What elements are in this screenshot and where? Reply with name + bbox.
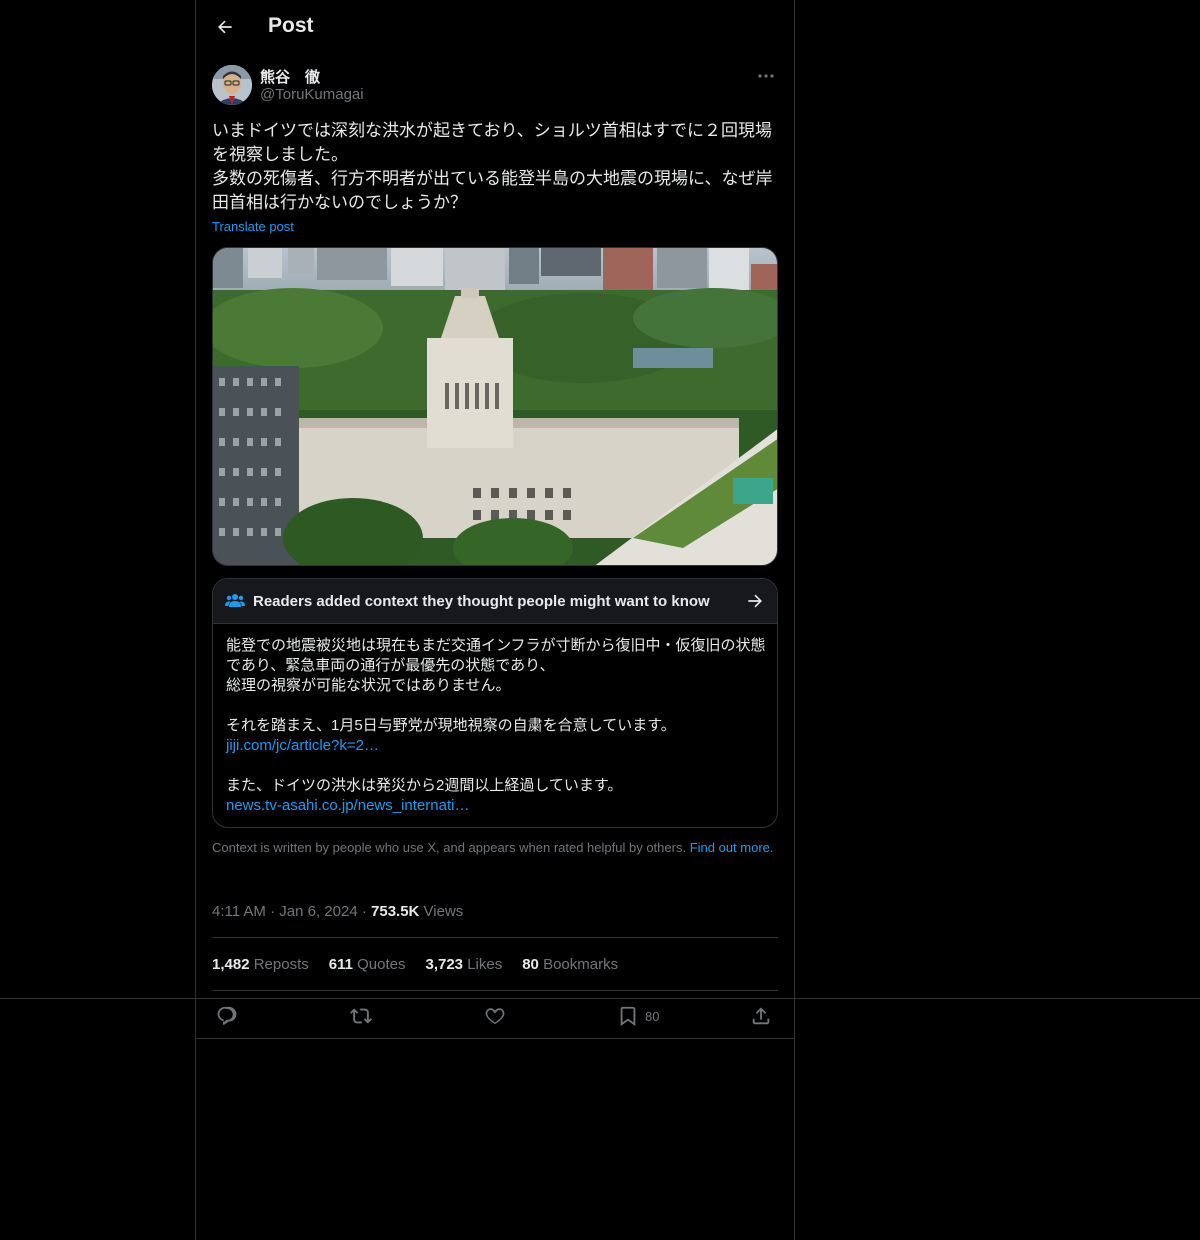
action-bar: 80: [212, 1003, 778, 1031]
note-link-tv-asahi[interactable]: news.tv-asahi.co.jp/news_internati…: [226, 796, 771, 816]
parliament-building-photo: [213, 248, 777, 565]
page-title: Post: [268, 14, 314, 37]
post-author: 熊谷 徹 @ToruKumagai: [212, 65, 778, 107]
quotes-stat[interactable]: 611 Quotes: [329, 956, 406, 973]
reply-button[interactable]: [216, 1003, 238, 1029]
author-display-name[interactable]: 熊谷 徹: [260, 66, 320, 87]
divider: [195, 1038, 795, 1039]
repost-icon: [350, 1008, 372, 1024]
find-out-more-link[interactable]: Find out more.: [690, 840, 774, 855]
bookmark-icon: [620, 1006, 636, 1027]
post-image[interactable]: [212, 247, 778, 566]
post-header: Post: [196, 0, 794, 54]
community-note: Readers added context they thought peopl…: [212, 578, 778, 828]
note-line: 能登での地震被災地は現在もまだ交通インフラが寸断から復旧中・仮復旧の状態: [226, 637, 766, 654]
community-note-title: Readers added context they thought peopl…: [253, 593, 710, 610]
note-line: であり、緊急車両の通行が最優先の状態であり、: [226, 657, 555, 674]
divider: [0, 998, 1200, 999]
bookmarks-stat[interactable]: 80 Bookmarks: [522, 956, 618, 973]
post-time[interactable]: 4:11 AM: [212, 903, 266, 920]
avatar[interactable]: [212, 65, 252, 105]
meta-separator: ·: [357, 903, 372, 920]
community-note-header[interactable]: Readers added context they thought peopl…: [213, 579, 777, 624]
post-date[interactable]: Jan 6, 2024: [279, 903, 357, 920]
note-link-jiji[interactable]: jiji.com/jc/article?k=2…: [226, 736, 771, 756]
timeline-column: Post 熊谷 徹 @ToruKumagai いまドイツでは深刻な洪水が起きてお…: [195, 0, 795, 1240]
community-note-body: 能登での地震被災地は現在もまだ交通インフラが寸断から復旧中・仮復旧の状態 であり…: [226, 636, 771, 816]
back-button[interactable]: [210, 12, 240, 42]
author-handle[interactable]: @ToruKumagai: [260, 86, 364, 103]
share-button[interactable]: [750, 1003, 772, 1029]
note-line: それを踏まえ、1月5日与野党が現地視察の自粛を合意しています。: [226, 717, 676, 734]
chevron-right-arrow-icon: [748, 594, 763, 608]
reposts-stat[interactable]: 1,482 Reposts: [212, 956, 309, 973]
views-count: 753.5K: [371, 903, 420, 920]
readers-icon: [225, 594, 245, 607]
note-line: 総理の視察が可能な状況ではありません。: [226, 677, 511, 694]
divider: [212, 990, 778, 991]
note-footer-text: Context is written by people who use X, …: [212, 840, 690, 855]
likes-stat[interactable]: 3,723 Likes: [425, 956, 502, 973]
post-text: いまドイツでは深刻な洪水が起きており、ショルツ首相はすでに２回現場を視察しました…: [212, 121, 773, 212]
bookmark-count: 80: [645, 1008, 660, 1024]
post-stats: 1,482 Reposts 611 Quotes 3,723 Likes 80 …: [212, 956, 618, 973]
back-arrow-icon: [217, 20, 232, 34]
share-icon: [752, 1007, 770, 1025]
more-icon: [758, 74, 774, 78]
post-meta: 4:11 AM · Jan 6, 2024 · 753.5K Views: [212, 903, 463, 920]
divider: [212, 937, 778, 938]
bookmark-button[interactable]: 80: [617, 1003, 659, 1029]
repost-button[interactable]: [350, 1003, 372, 1029]
note-line: また、ドイツの洪水は発災から2週間以上経過しています。: [226, 777, 623, 794]
reply-icon: [217, 1006, 237, 1025]
translate-post-link[interactable]: Translate post: [212, 219, 294, 234]
views-label: Views: [419, 903, 464, 920]
like-icon: [485, 1008, 505, 1025]
like-button[interactable]: [484, 1003, 506, 1029]
note-footer: Context is written by people who use X, …: [212, 840, 778, 856]
more-button[interactable]: [754, 67, 778, 85]
meta-separator: ·: [265, 903, 280, 920]
